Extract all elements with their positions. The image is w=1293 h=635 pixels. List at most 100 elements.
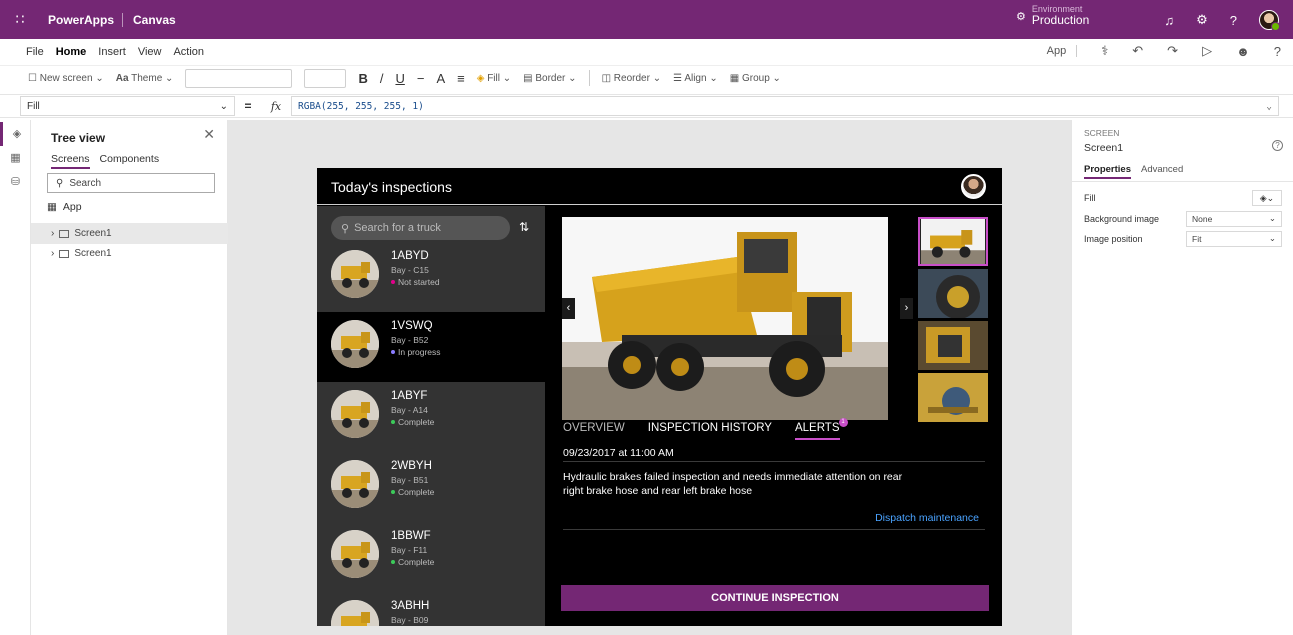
text-align-button[interactable]: ≡ (457, 71, 465, 86)
tab-components[interactable]: Components (100, 153, 160, 169)
truck-search-input[interactable]: ⚲ Search for a truck (331, 216, 510, 240)
app-header: Today's inspections (317, 168, 1002, 205)
truck-thumbnail (331, 390, 379, 438)
theme-button[interactable]: Aa Theme ⌄ (116, 73, 174, 84)
font-size-button[interactable]: A (436, 71, 445, 86)
border-button[interactable]: ▤ Border ⌄ (523, 73, 576, 84)
image-thumbnail[interactable] (918, 269, 988, 318)
menu-insert[interactable]: Insert (98, 46, 126, 58)
dispatch-maintenance-link[interactable]: Dispatch maintenance (875, 512, 979, 524)
expand-chevron-icon[interactable]: ⌄ (1266, 101, 1272, 112)
app-name[interactable]: PowerApps (40, 12, 124, 27)
paint-bucket-icon: ◈ (476, 72, 485, 84)
title-bar: ∷ PowerApps Canvas ⚙ Environment Product… (0, 0, 1293, 39)
status-dot (391, 560, 395, 564)
truck-status: In progress (391, 347, 441, 357)
tree-view-panel: Tree view ✕ Screens Components ⚲ Search … (31, 120, 228, 635)
redo-icon[interactable]: ↷ (1167, 43, 1178, 59)
tab-advanced[interactable]: Advanced (1141, 164, 1183, 179)
fill-color-picker[interactable]: ◈⌄ (1252, 189, 1282, 206)
next-image-arrow[interactable]: › (900, 298, 913, 319)
stethoscope-icon[interactable]: ⚕ (1101, 43, 1108, 59)
alert-timestamp: 09/23/2017 at 11:00 AM (563, 447, 674, 459)
data-sources-icon[interactable]: ⛁ (0, 170, 31, 194)
user-avatar[interactable] (1259, 10, 1280, 31)
font-family-select[interactable] (185, 68, 293, 88)
tab-inspection-history[interactable]: INSPECTION HISTORY (648, 422, 772, 440)
fill-button[interactable]: ◈ Fill ⌄ (477, 73, 511, 84)
share-user-icon[interactable]: ☻ (1236, 44, 1250, 59)
close-icon[interactable]: ✕ (203, 126, 215, 143)
underline-button[interactable]: U (395, 71, 404, 86)
truck-bay: Bay - C15 (391, 265, 429, 275)
search-icon: ⚲ (56, 177, 64, 189)
list-item[interactable]: 1ABYD Bay - C15 Not started (317, 242, 545, 312)
tree-item-screen[interactable]: › Screen1 (31, 223, 228, 244)
tab-alerts-label: ALERTS (794, 422, 840, 434)
background-image-select[interactable]: None ⌄ (1186, 210, 1282, 227)
image-position-select[interactable]: Fit ⌄ (1186, 230, 1282, 247)
property-selector[interactable]: Fill ⌄ (20, 96, 235, 116)
continue-inspection-button[interactable]: CONTINUE INSPECTION (561, 585, 989, 611)
sort-icon[interactable]: ⇅ (519, 220, 529, 234)
image-thumbnail[interactable] (918, 217, 988, 266)
menu-file[interactable]: File (26, 46, 44, 58)
help-icon[interactable]: ? (1230, 13, 1237, 28)
previous-image-arrow[interactable]: ‹ (562, 298, 575, 319)
selected-screen-name: Screen1 (1084, 142, 1124, 154)
app-checker-label[interactable]: App (1047, 45, 1078, 57)
list-item[interactable]: 2WBYH Bay - B51 Complete (317, 452, 545, 522)
screen-icon (59, 249, 70, 258)
fx-icon[interactable]: fx (261, 100, 291, 113)
truck-thumbnail (331, 460, 379, 508)
app-screen[interactable]: Today's inspections ⚲ Search for a truck… (317, 168, 1002, 626)
chevron-right-icon[interactable]: › (51, 228, 54, 239)
formula-value: RGBA(255, 255, 255, 1) (298, 100, 424, 112)
image-thumbnail[interactable] (918, 373, 988, 422)
help-icon[interactable]: ? (1272, 140, 1283, 151)
font-size-select[interactable] (304, 68, 347, 88)
settings-icon[interactable]: ⚙ (1196, 12, 1208, 28)
tree-item-label: Screen1 (74, 228, 112, 239)
group-button[interactable]: ▦ Group ⌄ (730, 73, 781, 84)
divider (1072, 181, 1293, 182)
inspector-avatar[interactable] (961, 174, 986, 199)
align-button[interactable]: ☰ Align ⌄ (673, 73, 718, 84)
tree-view-title: Tree view (51, 131, 106, 145)
bold-button[interactable]: B (358, 71, 367, 86)
list-item[interactable]: 1ABYF Bay - A14 Complete (317, 382, 545, 452)
reorder-button[interactable]: ◫ Reorder ⌄ (602, 73, 662, 84)
property-selector-value: Fill (27, 100, 40, 112)
image-thumbnail[interactable] (918, 321, 988, 370)
environment-picker[interactable]: ⚙ Environment Production (1016, 4, 1089, 27)
tree-app-node[interactable]: ▦ App (47, 201, 82, 213)
list-item[interactable]: 1BBWF Bay - F11 Complete (317, 522, 545, 592)
app-launcher-icon[interactable]: ∷ (0, 11, 40, 28)
tree-view-icon[interactable]: ◈ (0, 122, 31, 146)
chevron-right-icon[interactable]: › (51, 248, 54, 259)
help-question-icon[interactable]: ? (1274, 44, 1281, 59)
preview-play-icon[interactable]: ▷ (1202, 43, 1212, 59)
list-item[interactable]: 3ABHH Bay - B09 (317, 592, 545, 626)
notifications-icon[interactable]: ♫ (1164, 13, 1174, 28)
menu-action[interactable]: Action (173, 46, 204, 58)
tree-search-placeholder: Search (69, 177, 102, 189)
strikethrough-button[interactable]: − (417, 71, 425, 86)
tab-properties[interactable]: Properties (1084, 164, 1131, 179)
tree-item-screen[interactable]: › Screen1 (31, 243, 228, 264)
undo-icon[interactable]: ↶ (1132, 43, 1143, 59)
tab-alerts[interactable]: ALERTS 1 (794, 418, 848, 440)
tab-screens[interactable]: Screens (51, 153, 90, 169)
menu-home[interactable]: Home (56, 46, 87, 58)
alerts-badge: 1 (838, 418, 848, 427)
background-image-label: Background image (1084, 213, 1160, 224)
new-screen-button[interactable]: ☐ New screen ⌄ (28, 73, 104, 84)
tab-overview[interactable]: OVERVIEW (563, 422, 625, 440)
tree-search-input[interactable]: ⚲ Search (47, 173, 215, 193)
formula-input[interactable]: RGBA(255, 255, 255, 1) ⌄ (291, 96, 1279, 116)
italic-button[interactable]: / (380, 71, 384, 86)
insert-components-icon[interactable]: ▦ (0, 146, 31, 170)
menu-view[interactable]: View (138, 46, 162, 58)
truck-status: Not started (391, 277, 440, 287)
list-item[interactable]: 1VSWQ Bay - B52 In progress (317, 312, 545, 382)
